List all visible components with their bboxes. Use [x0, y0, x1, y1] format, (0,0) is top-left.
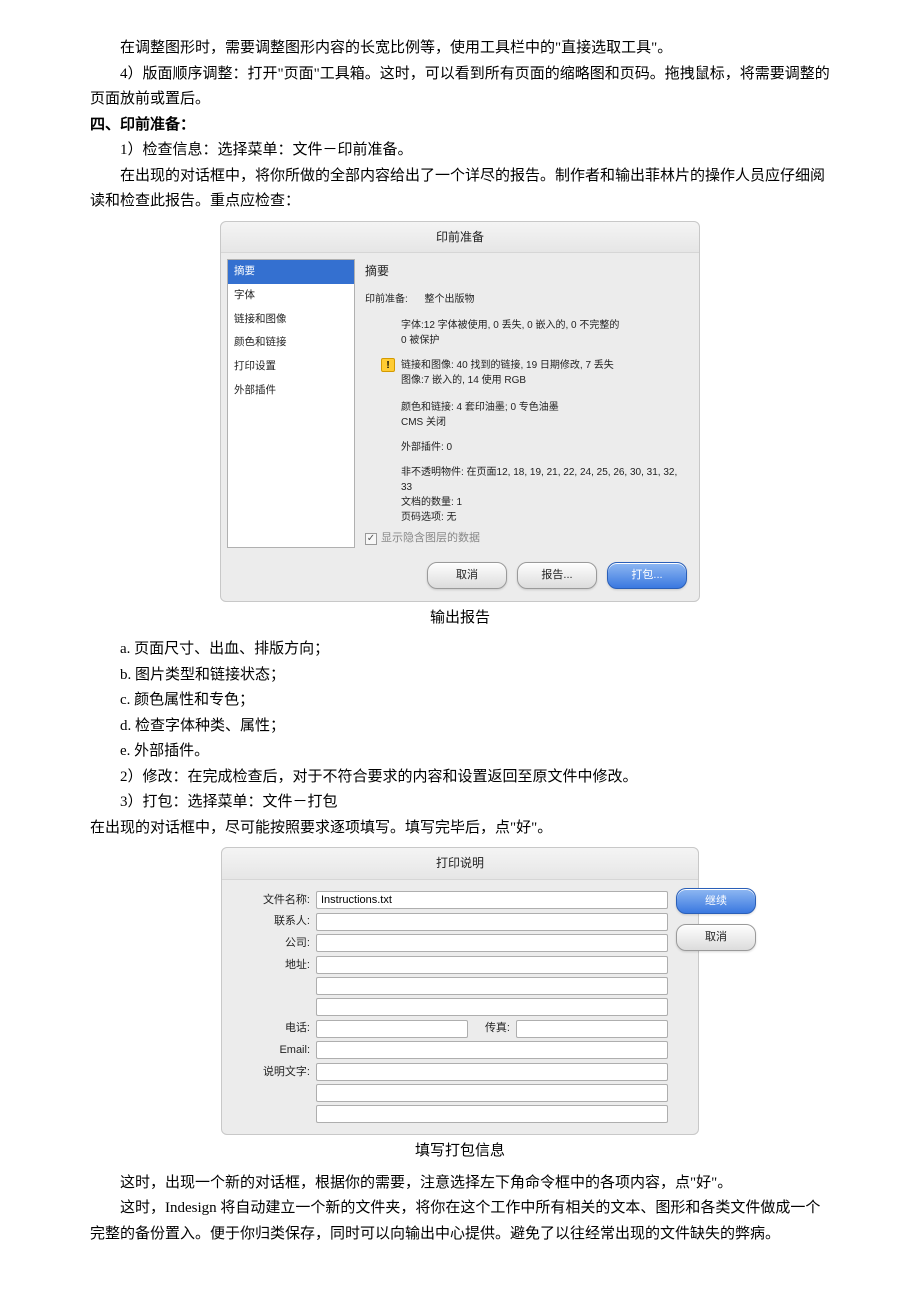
desc-field-3[interactable] [316, 1105, 668, 1123]
label-email: Email: [230, 1041, 316, 1060]
cancel-button[interactable]: 取消 [427, 562, 507, 589]
label-company: 公司: [230, 934, 316, 953]
desc-field-1[interactable] [316, 1063, 668, 1081]
list-a: a. 页面尺寸、出血、排版方向； [90, 637, 830, 663]
report-button[interactable]: 报告... [517, 562, 597, 589]
nav-item-links[interactable]: 链接和图像 [228, 308, 354, 332]
address-field-2[interactable] [316, 977, 668, 995]
label-filename: 文件名称: [230, 891, 316, 910]
heading-preflight: 四、印前准备： [90, 113, 830, 139]
para-graphic-adjust: 在调整图形时，需要调整图形内容的长宽比例等，使用工具栏中的"直接选取工具"。 [90, 36, 830, 62]
opaque-line-1: 非不透明物件: 在页面12, 18, 19, 21, 22, 24, 25, 2… [401, 465, 683, 495]
links-line-1: 链接和图像: 40 找到的链接, 19 日期修改, 7 丢失 [401, 358, 614, 373]
package-button[interactable]: 打包... [607, 562, 687, 589]
filename-field[interactable] [316, 891, 668, 909]
nav-item-colors[interactable]: 颜色和链接 [228, 331, 354, 355]
label-fax: 传真: [468, 1019, 516, 1038]
address-field-1[interactable] [316, 956, 668, 974]
label-phone: 电话: [230, 1019, 316, 1038]
caption-output-report: 输出报告 [90, 606, 830, 632]
nav-item-fonts[interactable]: 字体 [228, 284, 354, 308]
contact-field[interactable] [316, 913, 668, 931]
label-desc: 说明文字: [230, 1063, 316, 1082]
list-b: b. 图片类型和链接状态； [90, 663, 830, 689]
preflight-dialog: 印前准备 摘要 字体 链接和图像 颜色和链接 打印设置 外部插件 摘要 印前准备… [220, 221, 700, 602]
nav-item-print[interactable]: 打印设置 [228, 355, 354, 379]
form-area: 文件名称: 联系人: 公司: 地址: 电话: 传真: [230, 888, 668, 1127]
list-e: e. 外部插件。 [90, 739, 830, 765]
nav-item-plugins[interactable]: 外部插件 [228, 379, 354, 403]
dialog-main: 摘要 印前准备: 整个出版物 字体:12 字体被使用, 0 丢失, 0 嵌入的,… [355, 259, 693, 548]
checkbox-icon: ✓ [365, 533, 377, 545]
email-field[interactable] [316, 1041, 668, 1059]
para-page-order: 4）版面顺序调整：打开"页面"工具箱。这时，可以看到所有页面的缩略图和页码。拖拽… [90, 62, 830, 113]
opaque-block: 非不透明物件: 在页面12, 18, 19, 21, 22, 24, 25, 2… [401, 465, 683, 525]
show-hidden-layers-checkbox[interactable]: ✓ 显示隐含图层的数据 [365, 529, 683, 548]
caption-package-info: 填写打包信息 [90, 1139, 830, 1165]
list-d: d. 检查字体种类、属性； [90, 714, 830, 740]
list-c: c. 颜色属性和专色； [90, 688, 830, 714]
para-check-info: 1）检查信息：选择菜单：文件－印前准备。 [90, 138, 830, 164]
scope-value: 整个出版物 [424, 294, 474, 305]
dialog-title: 印前准备 [221, 222, 699, 253]
para-fill-form: 在出现的对话框中，尽可能按照要求逐项填写。填写完毕后，点"好"。 [90, 816, 830, 842]
print-instructions-dialog: 打印说明 文件名称: 联系人: 公司: 地址: 电话: [221, 847, 699, 1135]
para-new-dialog: 这时，出现一个新的对话框，根据你的需要，注意选择左下角命令框中的各项内容，点"好… [90, 1171, 830, 1197]
scope-row: 印前准备: 整个出版物 [365, 291, 683, 308]
colors-line-2: CMS 关闭 [401, 415, 683, 430]
dialog2-title: 打印说明 [222, 848, 698, 879]
fonts-line-1: 字体:12 字体被使用, 0 丢失, 0 嵌入的, 0 不完整的 [401, 318, 683, 333]
warning-icon: ! [381, 358, 395, 372]
links-warning-row: ! 链接和图像: 40 找到的链接, 19 日期修改, 7 丢失 图像:7 嵌入… [381, 358, 683, 388]
plugins-line: 外部插件: 0 [401, 440, 683, 455]
colors-block: 颜色和链接: 4 套印油墨; 0 专色油墨 CMS 关闭 [401, 400, 683, 430]
para-package: 3）打包：选择菜单：文件－打包 [90, 790, 830, 816]
label-contact: 联系人: [230, 912, 316, 931]
fonts-line-2: 0 被保护 [401, 333, 683, 348]
checkbox-label: 显示隐含图层的数据 [381, 529, 480, 548]
dialog-nav-list[interactable]: 摘要 字体 链接和图像 颜色和链接 打印设置 外部插件 [227, 259, 355, 548]
para-indesign-folder: 这时，Indesign 将自动建立一个新的文件夹，将你在这个工作中所有相关的文本… [90, 1196, 830, 1247]
summary-heading: 摘要 [365, 259, 683, 287]
para-modify: 2）修改：在完成检查后，对于不符合要求的内容和设置返回至原文件中修改。 [90, 765, 830, 791]
address-field-3[interactable] [316, 998, 668, 1016]
continue-button[interactable]: 继续 [676, 888, 756, 915]
colors-line-1: 颜色和链接: 4 套印油墨; 0 专色油墨 [401, 400, 683, 415]
desc-field-2[interactable] [316, 1084, 668, 1102]
nav-item-summary[interactable]: 摘要 [228, 260, 354, 284]
label-address: 地址: [230, 956, 316, 975]
opaque-line-2: 文档的数量: 1 [401, 495, 683, 510]
fonts-line: 字体:12 字体被使用, 0 丢失, 0 嵌入的, 0 不完整的 0 被保护 [401, 318, 683, 348]
opaque-line-3: 页码选项: 无 [401, 510, 683, 525]
links-line-2: 图像:7 嵌入的, 14 使用 RGB [401, 373, 614, 388]
fax-field[interactable] [516, 1020, 668, 1038]
para-report-desc: 在出现的对话框中，将你所做的全部内容给出了一个详尽的报告。制作者和输出菲林片的操… [90, 164, 830, 215]
phone-field[interactable] [316, 1020, 468, 1038]
scope-label: 印前准备: [365, 294, 408, 305]
company-field[interactable] [316, 934, 668, 952]
cancel-button-2[interactable]: 取消 [676, 924, 756, 951]
